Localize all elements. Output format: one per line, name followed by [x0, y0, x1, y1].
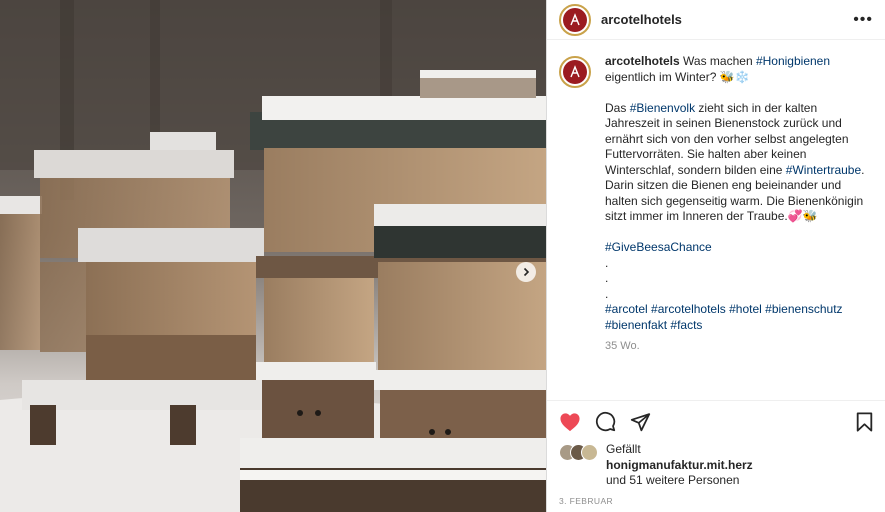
hashtag-bienenfakt[interactable]: #bienenfakt	[605, 318, 667, 332]
likes-text: Gefällt honigmanufaktur.mit.herz und 51 …	[606, 442, 753, 489]
caption-username[interactable]: arcotelhotels	[605, 54, 680, 68]
action-bar	[547, 400, 885, 442]
caption-area: arcotelhotels Was machen #Honigbienen ei…	[547, 40, 885, 400]
post-header: arcotelhotels •••	[547, 0, 885, 40]
caption-text: arcotelhotels Was machen #Honigbienen ei…	[605, 54, 873, 400]
caption-timestamp[interactable]: 35 Wo.	[605, 339, 873, 355]
caption-line1-pre: Was machen	[679, 54, 756, 68]
caption-dot: .	[605, 286, 609, 301]
post-date[interactable]: 3. FEBRUAR	[547, 496, 885, 512]
hashtag-honigbienen[interactable]: #Honigbienen	[756, 54, 830, 68]
like-button[interactable]	[559, 412, 581, 432]
post-side-panel: arcotelhotels ••• arcotelhotels Was mach…	[546, 0, 885, 512]
arcotel-logo-icon	[570, 12, 580, 25]
hashtag-hotel[interactable]: #hotel	[729, 302, 762, 316]
caption-dot: .	[605, 271, 609, 285]
brand-logo	[563, 7, 587, 32]
heart-icon	[560, 412, 580, 431]
hashtag-arcotelhotels[interactable]: #arcotelhotels	[651, 302, 726, 316]
instagram-post: arcotelhotels ••• arcotelhotels Was mach…	[0, 0, 885, 512]
hashtag-bienenschutz[interactable]: #bienenschutz	[765, 302, 842, 316]
hashtag-arcotel[interactable]: #arcotel	[605, 302, 648, 316]
next-image-button[interactable]	[516, 262, 536, 282]
post-photo[interactable]	[0, 0, 546, 512]
caption-line1-post: eigentlich im Winter? 🐝❄️	[605, 69, 750, 84]
caption-dot: .	[605, 255, 609, 270]
header-username[interactable]: arcotelhotels	[601, 12, 851, 27]
bookmark-icon	[856, 411, 873, 432]
hashtag-facts[interactable]: #facts	[670, 318, 702, 332]
beehives-in-snow-image	[0, 0, 546, 512]
likes-others[interactable]: und 51 weitere Personen	[606, 473, 739, 487]
chevron-right-icon	[523, 267, 530, 277]
hashtag-givebeesachance[interactable]: #GiveBeesaChance	[605, 240, 712, 254]
avatar[interactable]	[559, 3, 591, 36]
likes-prefix: Gefällt	[606, 442, 641, 456]
comment-icon	[595, 411, 616, 432]
hashtag-wintertraube[interactable]: #Wintertraube	[786, 163, 861, 177]
hashtag-bienenvolk[interactable]: #Bienenvolk	[630, 101, 695, 115]
arcotel-logo-icon	[570, 65, 580, 78]
more-options-icon[interactable]: •••	[851, 11, 875, 29]
share-button[interactable]	[630, 412, 651, 432]
caption-para-pre: Das	[605, 100, 630, 115]
caption-avatar[interactable]	[559, 56, 591, 88]
share-icon	[630, 412, 651, 431]
comment-button[interactable]	[595, 411, 616, 432]
avatar	[581, 444, 598, 461]
liker-username[interactable]: honigmanufaktur.mit.herz	[606, 458, 753, 472]
brand-logo	[563, 60, 587, 84]
save-button[interactable]	[856, 411, 873, 432]
liker-avatars[interactable]	[559, 444, 598, 461]
likes-summary: Gefällt honigmanufaktur.mit.herz und 51 …	[547, 442, 885, 496]
